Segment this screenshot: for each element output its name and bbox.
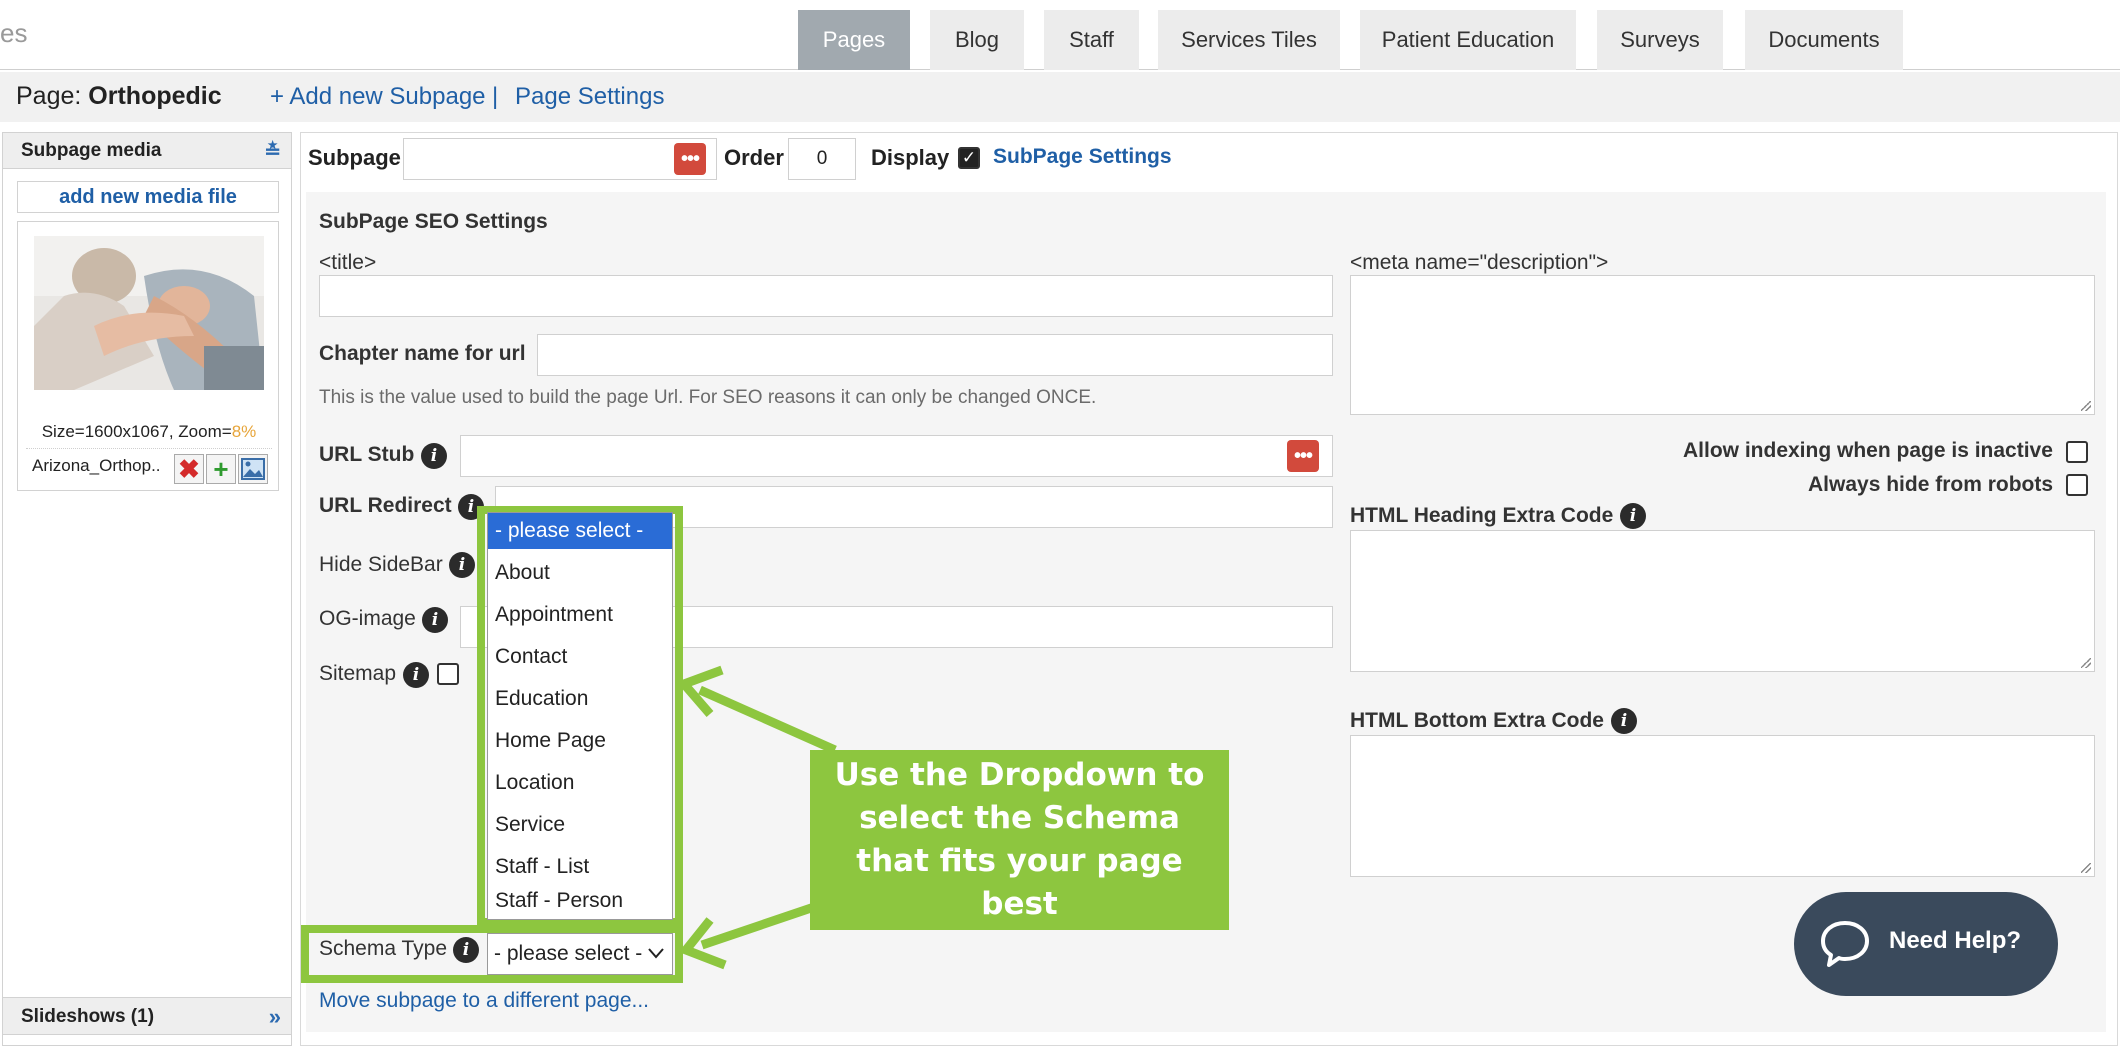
schema-type-select[interactable]: - please select - [487,933,673,975]
need-help-label: Need Help? [1889,927,2022,954]
schema-option[interactable]: Location [488,765,672,801]
schema-dropdown-list[interactable]: - please select - About Appointment Cont… [487,512,673,920]
schema-option[interactable]: Staff - List [488,849,672,885]
schema-option[interactable]: Home Page [488,723,672,759]
schema-option[interactable]: Appointment [488,597,672,633]
schema-option[interactable]: About [488,555,672,591]
schema-option[interactable]: Education [488,681,672,717]
schema-option[interactable]: Service [488,807,672,843]
schema-type-value: - please select - [494,942,643,965]
chevron-down-icon [648,948,664,959]
schema-option[interactable]: - please select - [488,513,672,549]
instruction-callout: Use the Dropdown to select the Schema th… [810,750,1229,930]
chat-bubble-icon [1821,921,1869,967]
schema-option[interactable]: Staff - Person [488,883,672,919]
callout-arrow-upper [698,685,837,755]
schema-option[interactable]: Contact [488,639,672,675]
callout-arrow-lower [700,900,822,950]
need-help-button[interactable]: Need Help? [1794,892,2058,996]
